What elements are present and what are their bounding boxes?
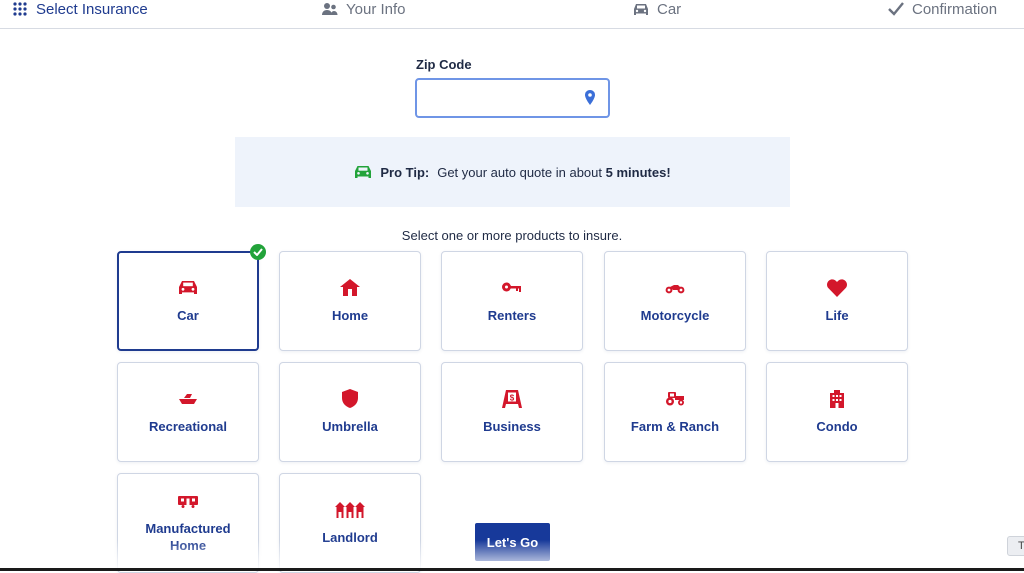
houses-icon — [335, 501, 365, 519]
product-label: Life — [825, 307, 849, 323]
corner-tab[interactable]: T — [1007, 536, 1024, 556]
pro-tip-prefix: Pro Tip: — [380, 164, 430, 180]
step-label: Select Insurance — [36, 0, 148, 18]
product-card-car[interactable]: Car — [117, 251, 259, 351]
product-label: Condo — [816, 418, 858, 434]
boat-icon — [178, 390, 198, 408]
step-label: Confirmation — [912, 0, 998, 18]
storefront-sign-icon: $ — [502, 389, 522, 408]
building-icon — [827, 389, 847, 408]
pro-tip-body: Get your auto quote in about — [437, 164, 603, 180]
progress-steps: Select Insurance Your Info Car Confirmat… — [0, 0, 1024, 29]
product-label: Renters — [487, 307, 537, 323]
selected-check-icon — [250, 244, 266, 260]
product-label: Home — [331, 307, 369, 323]
house-icon — [340, 279, 360, 297]
product-card-manufactured-home[interactable]: Manufactured Home — [117, 473, 259, 573]
step-label: Car — [657, 0, 682, 18]
product-label: Motorcycle — [640, 307, 710, 323]
location-pin-icon — [584, 90, 598, 106]
pro-tip-banner: Pro Tip: Get your auto quote in about 5 … — [235, 137, 790, 207]
zip-code-label: Zip Code — [416, 57, 472, 72]
product-card-recreational[interactable]: Recreational — [117, 362, 259, 462]
grid-icon — [12, 1, 28, 17]
heart-icon — [827, 278, 847, 297]
product-prompt: Select one or more products to insure. — [401, 228, 623, 243]
product-card-home[interactable]: Home — [279, 251, 421, 351]
product-card-farm-ranch[interactable]: Farm & Ranch — [604, 362, 746, 462]
product-label: Umbrella — [322, 418, 378, 434]
car-icon — [178, 279, 198, 297]
product-label: Landlord — [322, 529, 378, 545]
product-label: Recreational — [148, 418, 228, 434]
product-card-renters[interactable]: Renters — [441, 251, 583, 351]
step-car[interactable]: Car — [633, 0, 681, 18]
product-label: Car — [177, 307, 199, 323]
product-card-umbrella[interactable]: Umbrella — [279, 362, 421, 462]
svg-text:$: $ — [510, 393, 515, 402]
step-confirmation[interactable]: Confirmation — [888, 0, 997, 18]
product-card-landlord[interactable]: Landlord — [279, 473, 421, 573]
step-label: Your Info — [346, 0, 406, 18]
motorcycle-icon — [665, 279, 685, 297]
users-icon — [322, 1, 338, 17]
mobile-home-icon — [178, 492, 198, 510]
pro-tip-highlight: 5 minutes! — [605, 164, 671, 180]
product-card-motorcycle[interactable]: Motorcycle — [604, 251, 746, 351]
lets-go-button[interactable]: Let's Go — [475, 523, 550, 561]
product-label: Farm & Ranch — [630, 418, 720, 434]
shield-icon — [340, 389, 360, 408]
check-icon — [888, 1, 904, 17]
pro-tip-text: Get your auto quote in about 5 minutes! — [437, 165, 670, 180]
key-icon — [502, 279, 522, 297]
tractor-icon — [665, 390, 685, 408]
product-label: Manufactured Home — [145, 521, 231, 553]
product-card-business[interactable]: $ Business — [441, 362, 583, 462]
step-your-info[interactable]: Your Info — [322, 0, 406, 18]
product-card-condo[interactable]: Condo — [766, 362, 908, 462]
step-select-insurance[interactable]: Select Insurance — [12, 0, 148, 18]
product-label: Business — [483, 418, 541, 434]
product-card-life[interactable]: Life — [766, 251, 908, 351]
car-icon — [633, 1, 649, 17]
car-icon — [354, 165, 372, 179]
zip-code-input[interactable] — [415, 78, 610, 118]
